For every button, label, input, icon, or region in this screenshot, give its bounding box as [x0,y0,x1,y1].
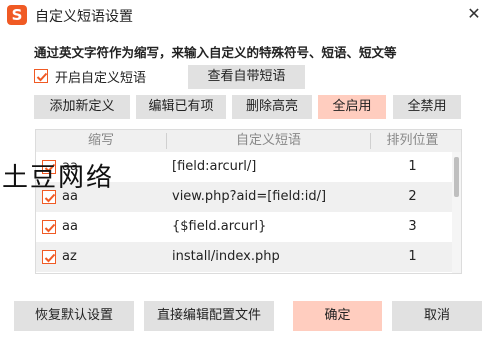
ok-button[interactable]: 确定 [293,301,382,331]
header-phrase[interactable]: 自定义短语 [167,130,370,152]
check-icon [36,72,48,82]
row-phrase: view.php?aid=[field:id/] [172,189,327,204]
edit-existing-button[interactable]: 编辑已有项 [136,95,226,119]
phrase-table: 缩写 自定义短语 排列位置 aa [field:arcurl/] 1 aa vi… [35,129,462,274]
row-abbr: aa [62,219,78,234]
table-row[interactable]: aa {$field.arcurl} 3 [36,212,454,242]
cancel-button[interactable]: 取消 [392,301,482,331]
enable-custom-phrase-checkbox[interactable] [34,69,48,83]
row-order: 3 [408,219,417,234]
enable-all-button[interactable]: 全启用 [318,95,386,119]
table-row[interactable]: az install/index.php 1 [36,242,454,272]
table-scrollbar[interactable] [452,152,461,273]
table-header: 缩写 自定义短语 排列位置 [36,130,461,152]
title-bar: S 自定义短语设置 ✕ [0,0,497,30]
row-phrase: install/index.php [172,249,280,264]
restore-default-button[interactable]: 恢复默认设置 [14,301,134,331]
check-icon [44,253,56,263]
scroll-thumb[interactable] [454,157,459,197]
row-order: 1 [408,249,417,264]
view-builtin-phrases-button[interactable]: 查看自带短语 [188,65,305,89]
row-checkbox[interactable] [42,250,56,264]
check-icon [44,223,56,233]
description-text: 通过英文字符作为缩写，来输入自定义的特殊符号、短语、短文等 [34,45,397,60]
row-phrase: [field:arcurl/] [172,159,257,174]
close-button[interactable]: ✕ [463,3,485,25]
window-title: 自定义短语设置 [35,9,133,25]
header-order[interactable]: 排列位置 [371,130,454,152]
header-abbr[interactable]: 缩写 [36,130,166,152]
edit-config-file-button[interactable]: 直接编辑配置文件 [144,301,274,331]
add-definition-button[interactable]: 添加新定义 [34,95,130,119]
delete-highlighted-button[interactable]: 删除高亮 [232,95,312,119]
row-order: 2 [408,189,417,204]
row-abbr: az [62,249,77,264]
row-phrase: {$field.arcurl} [172,219,267,234]
sogou-app-icon: S [7,5,27,25]
row-checkbox[interactable] [42,220,56,234]
watermark-text: 土豆网络 [2,163,115,193]
disable-all-button[interactable]: 全禁用 [393,95,461,119]
row-order: 1 [408,159,417,174]
enable-custom-phrase-label: 开启自定义短语 [55,71,147,86]
